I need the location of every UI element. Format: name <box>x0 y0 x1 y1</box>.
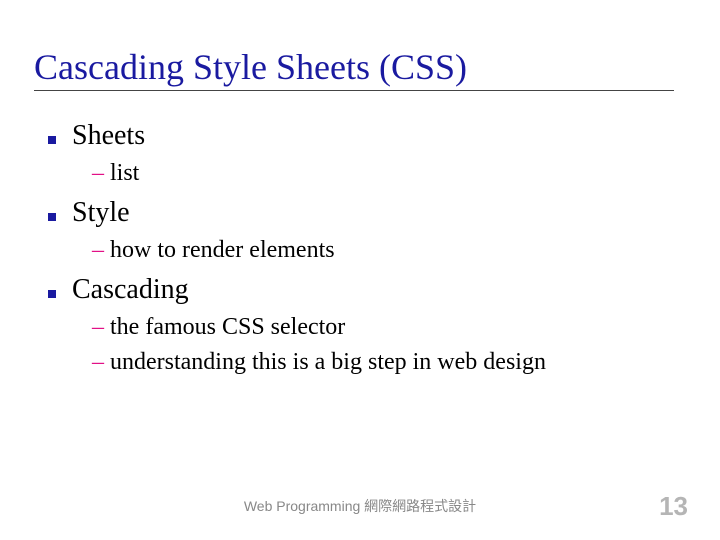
bullet-label: Style <box>72 197 130 229</box>
sub-item-text: the famous CSS selector <box>110 314 345 340</box>
sub-item: –list <box>92 160 678 187</box>
sub-item-text: understanding this is a big step in web … <box>110 349 546 375</box>
sub-item: –understanding this is a big step in web… <box>92 349 678 376</box>
page-number: 13 <box>659 491 688 522</box>
sub-item: –the famous CSS selector <box>92 314 678 341</box>
bullet-item-sheets: Sheets <box>48 120 678 152</box>
dash-icon: – <box>92 237 104 263</box>
slide: Cascading Style Sheets (CSS) Sheets –lis… <box>0 0 720 540</box>
bullet-label: Cascading <box>72 274 189 306</box>
sub-item-text: list <box>110 160 139 186</box>
square-bullet-icon <box>48 290 56 298</box>
bullet-item-style: Style <box>48 197 678 229</box>
dash-icon: – <box>92 160 104 186</box>
sub-item-text: how to render elements <box>110 237 335 263</box>
slide-title: Cascading Style Sheets (CSS) <box>34 46 674 91</box>
slide-body: Sheets –list Style –how to render elemen… <box>48 110 678 384</box>
sub-item: –how to render elements <box>92 237 678 264</box>
bullet-item-cascading: Cascading <box>48 274 678 306</box>
dash-icon: – <box>92 314 104 340</box>
footer-text: Web Programming 網際網路程式設計 <box>0 496 720 516</box>
bullet-label: Sheets <box>72 120 145 152</box>
square-bullet-icon <box>48 213 56 221</box>
dash-icon: – <box>92 349 104 375</box>
square-bullet-icon <box>48 136 56 144</box>
